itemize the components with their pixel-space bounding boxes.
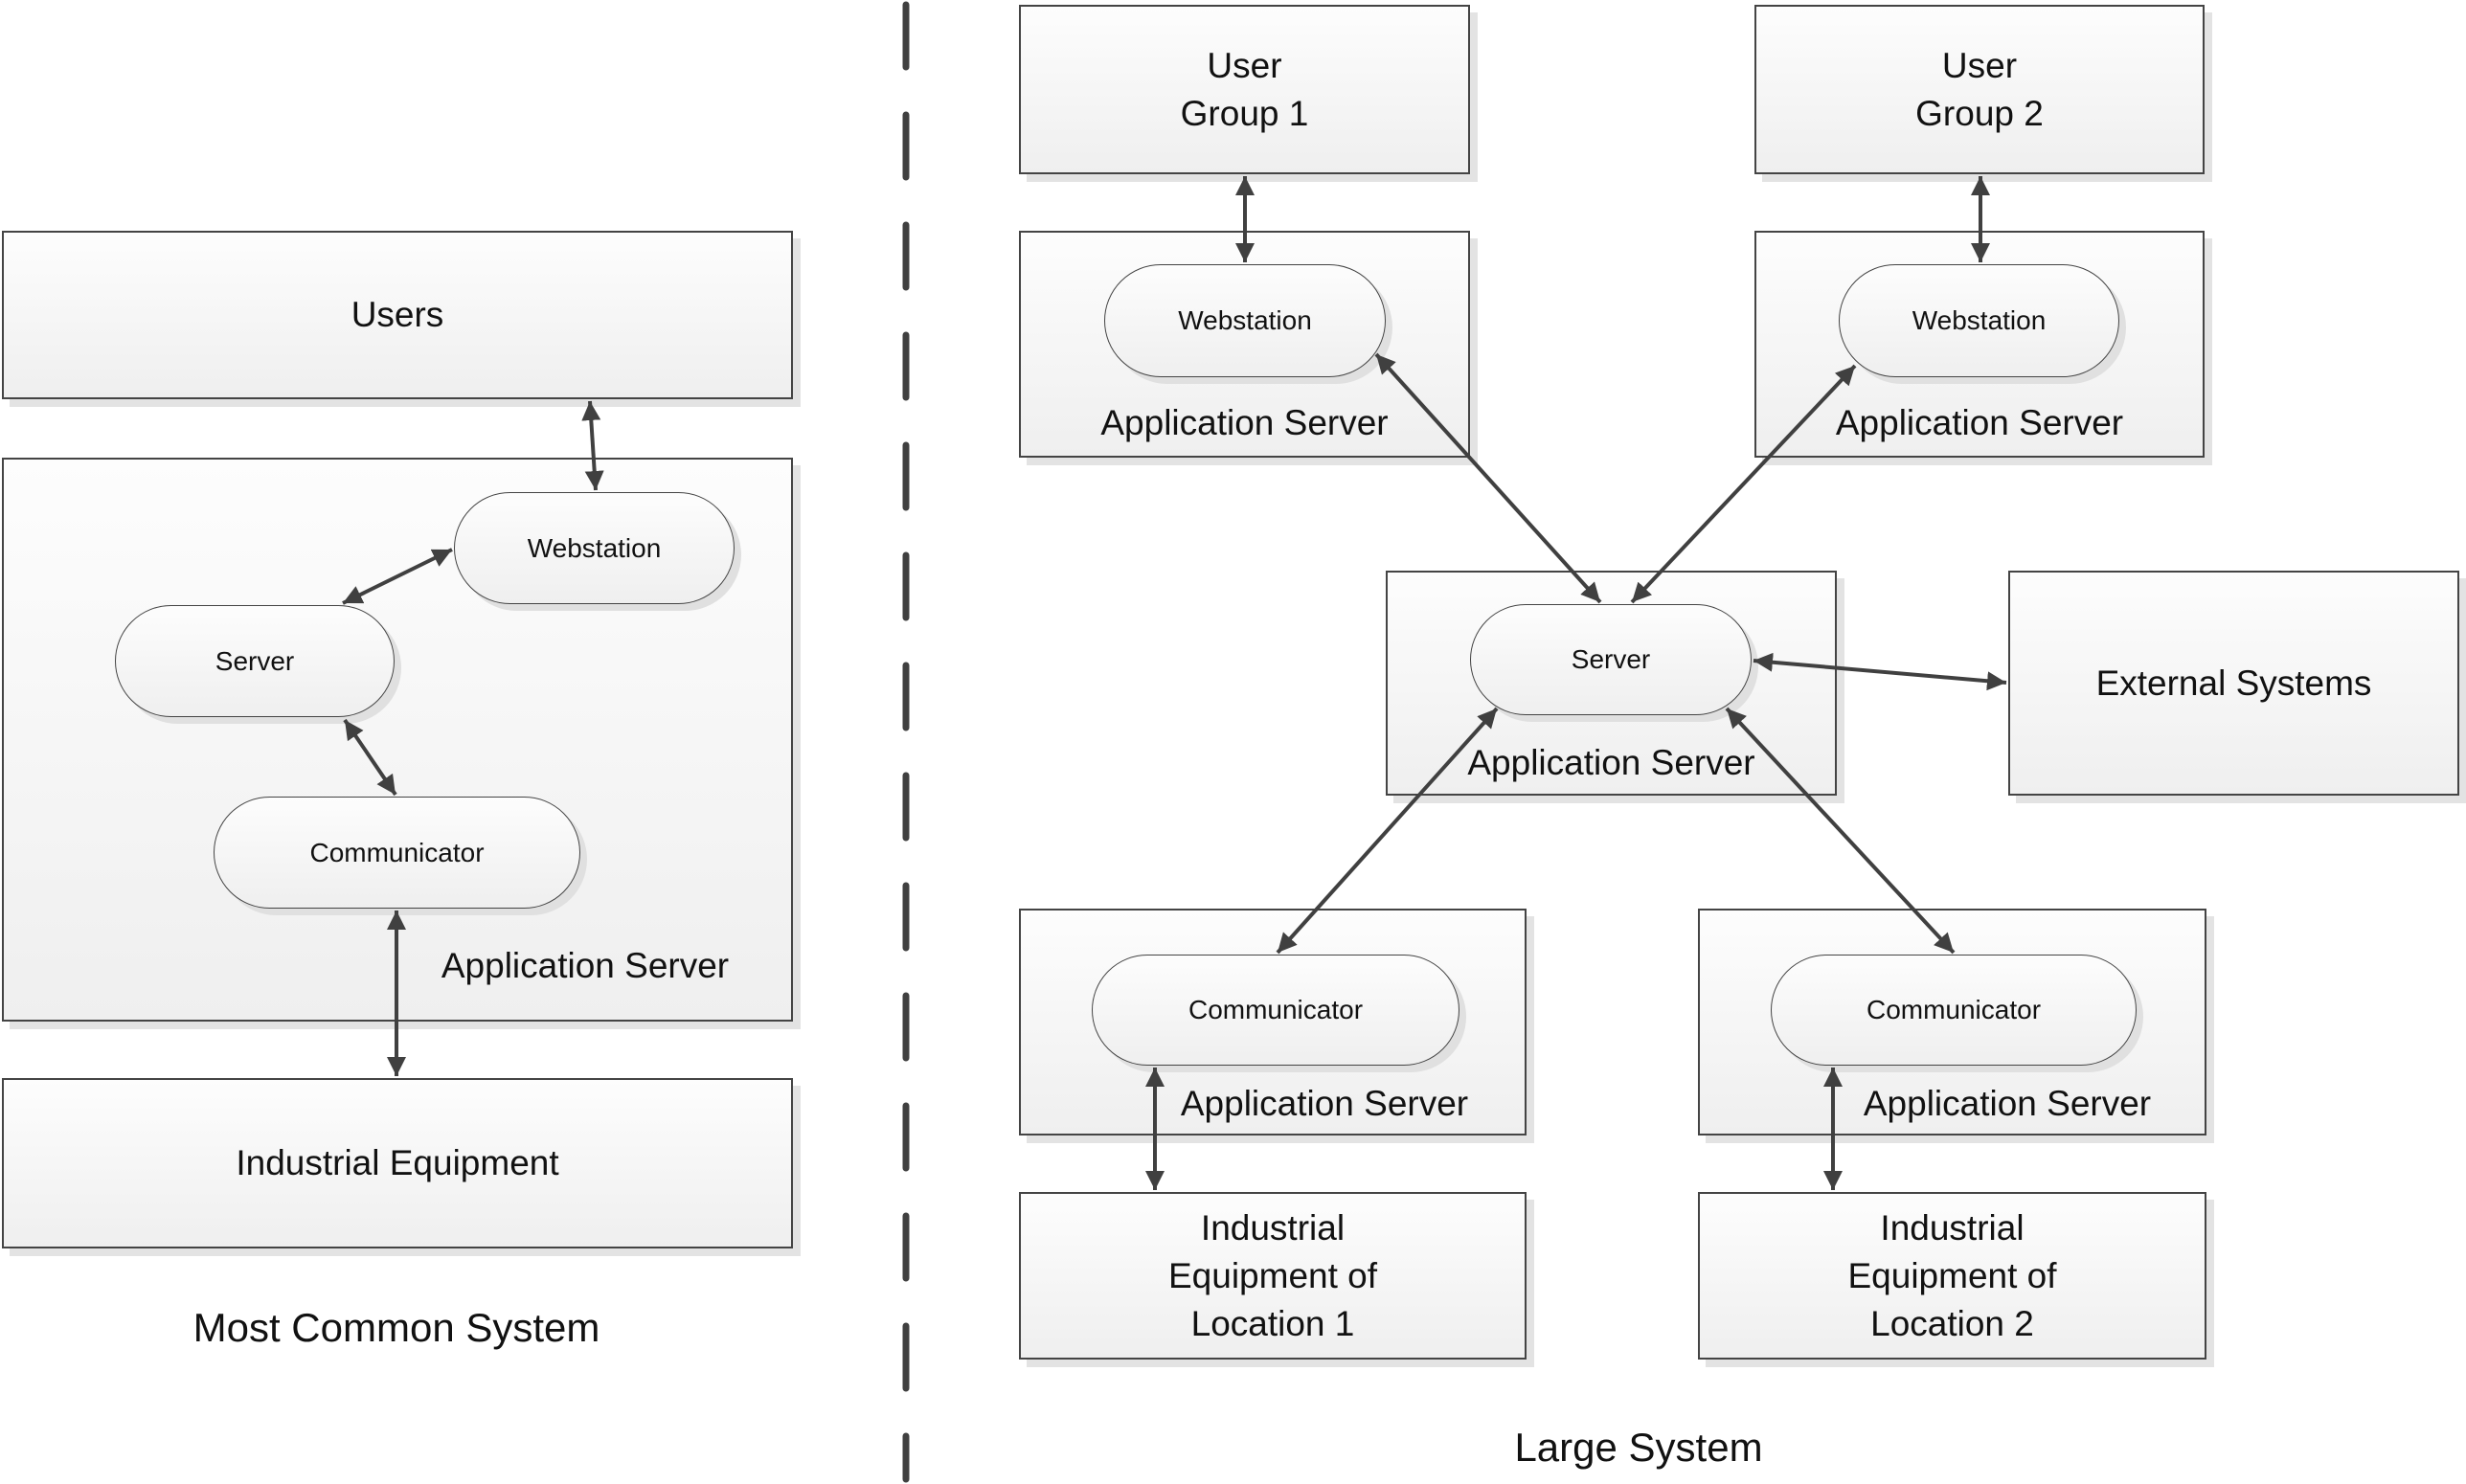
equipment-location-2-line2: Location 2 — [1870, 1303, 2034, 1343]
webstation-2-node: Webstation — [1839, 264, 2119, 377]
web-app-server-2-label: Application Server — [1835, 402, 2124, 442]
user-group-2-label: User Group 2 — [1915, 42, 2044, 138]
external-systems-box: External Systems — [2008, 571, 2459, 796]
equipment-location-1-line2: Location 1 — [1190, 1303, 1355, 1343]
industrial-equipment-box: Industrial Equipment — [2, 1078, 793, 1248]
equipment-location-2-label: Industrial Equipment of Location 2 — [1826, 1204, 2079, 1348]
large-system-caption: Large System — [1514, 1425, 1763, 1470]
user-group-2-box: User Group 2 — [1754, 5, 2205, 174]
user-group-1-line2: Group 1 — [1180, 93, 1309, 133]
central-server-label: Server — [1571, 644, 1651, 674]
server-label: Server — [215, 645, 295, 676]
equipment-location-1-box: Industrial Equipment of Location 1 — [1019, 1192, 1527, 1360]
server-node: Server — [115, 605, 395, 717]
webstation-1-node: Webstation — [1104, 264, 1386, 377]
communicator-1-node: Communicator — [1092, 955, 1459, 1066]
most-common-system-caption: Most Common System — [192, 1305, 600, 1350]
comm-app-server-2-label: Application Server — [1863, 1083, 2152, 1123]
user-group-2-line1: User — [1941, 45, 2018, 85]
users-box: Users — [2, 231, 793, 399]
communicator-1-label: Communicator — [1188, 995, 1364, 1024]
webstation-node: Webstation — [454, 492, 735, 604]
equipment-location-2-line1: Industrial Equipment of — [1847, 1207, 2057, 1295]
communicator-label: Communicator — [309, 837, 485, 867]
webstation-1-label: Webstation — [1178, 305, 1312, 335]
external-systems-label: External Systems — [2095, 663, 2372, 703]
user-group-2-line2: Group 2 — [1915, 93, 2044, 133]
user-group-1-label: User Group 1 — [1181, 42, 1309, 138]
equipment-location-1-line1: Industrial Equipment of — [1167, 1207, 1378, 1295]
application-server-label: Application Server — [441, 945, 730, 985]
central-server-node: Server — [1470, 604, 1752, 715]
central-app-server-label: Application Server — [1467, 742, 1755, 782]
webstation-label: Webstation — [527, 532, 662, 563]
comm-app-server-1-label: Application Server — [1180, 1083, 1469, 1123]
user-group-1-line1: User — [1207, 45, 1282, 85]
webstation-2-label: Webstation — [1912, 305, 2047, 335]
users-label: Users — [351, 294, 444, 334]
communicator-node: Communicator — [214, 797, 580, 909]
communicator-2-label: Communicator — [1866, 995, 2042, 1024]
web-app-server-1-label: Application Server — [1100, 402, 1389, 442]
equipment-location-2-box: Industrial Equipment of Location 2 — [1698, 1192, 2206, 1360]
user-group-1-box: User Group 1 — [1019, 5, 1470, 174]
industrial-equipment-label: Industrial Equipment — [236, 1142, 559, 1182]
equipment-location-1-label: Industrial Equipment of Location 1 — [1147, 1204, 1399, 1348]
communicator-2-node: Communicator — [1771, 955, 2137, 1066]
